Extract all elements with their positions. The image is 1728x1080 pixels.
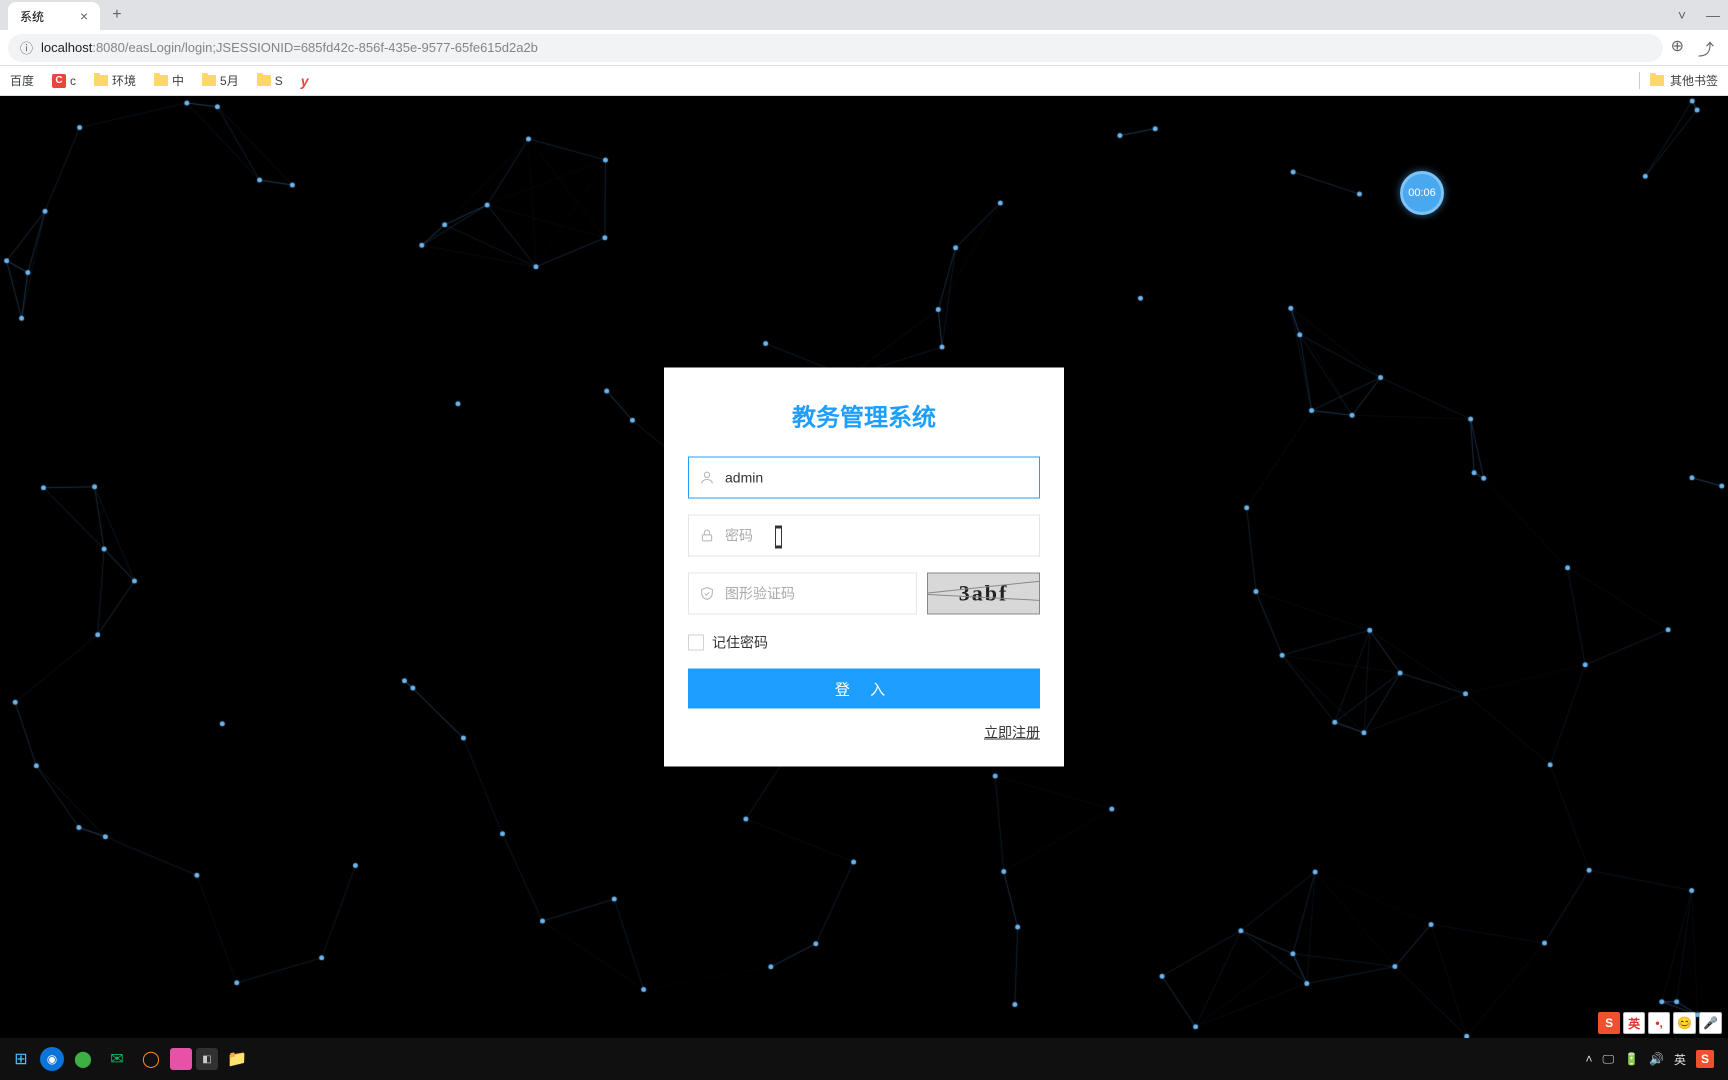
login-button[interactable]: 登 入	[688, 669, 1040, 709]
app-icon-2[interactable]: ⬤	[68, 1044, 98, 1074]
bookmark-baidu[interactable]: 百度	[10, 72, 34, 89]
ime-emoji-icon[interactable]: 😊	[1673, 1012, 1696, 1034]
page-content: 00:06 教务管理系统 3abf	[0, 96, 1728, 1038]
folder-icon	[154, 75, 168, 86]
remember-password[interactable]: 记住密码	[688, 633, 1040, 653]
bookmark-zhong[interactable]: 中	[154, 72, 184, 89]
remember-label: 记住密码	[712, 633, 768, 653]
lock-icon	[699, 528, 715, 544]
shield-icon	[699, 586, 715, 602]
tray-volume-icon[interactable]: 🔊	[1649, 1052, 1664, 1066]
user-icon	[699, 470, 715, 486]
password-input[interactable]	[725, 528, 1029, 544]
app-icon-5[interactable]: ◧	[196, 1048, 218, 1070]
address-bar: ⓘ localhost:8080/easLogin/login;JSESSION…	[0, 30, 1728, 66]
ime-mic-icon[interactable]: 🎤	[1699, 1012, 1722, 1034]
timer-badge: 00:06	[1400, 171, 1444, 215]
login-title: 教务管理系统	[688, 398, 1040, 433]
tray-monitor-icon[interactable]: 🖵	[1603, 1052, 1615, 1067]
folder-icon	[94, 75, 108, 86]
tray-chevron-icon[interactable]: ˄	[1585, 1052, 1592, 1066]
wechat-icon[interactable]: ✉	[102, 1044, 132, 1074]
minimize-icon[interactable]: —	[1706, 7, 1720, 23]
captcha-input[interactable]	[725, 586, 906, 602]
ime-toolbar: S 英 •, 😊 🎤	[1598, 1012, 1722, 1034]
bookmarks-bar: 百度 Cc 环境 中 5月 S y 其他书签	[0, 66, 1728, 96]
bookmark-c[interactable]: Cc	[52, 74, 76, 88]
captcha-row: 3abf	[688, 573, 1040, 615]
url-input[interactable]: ⓘ localhost:8080/easLogin/login;JSESSION…	[8, 34, 1663, 62]
folder-icon	[202, 75, 216, 86]
other-bookmarks[interactable]: 其他书签	[1639, 72, 1718, 89]
ime-lang[interactable]: 英	[1623, 1012, 1645, 1034]
username-field[interactable]	[688, 457, 1040, 499]
url-path: :8080/easLogin/login;JSESSIONID=685fd42c…	[92, 40, 538, 55]
bookmark-y[interactable]: y	[301, 73, 309, 89]
bookmark-s[interactable]: S	[257, 74, 283, 88]
explorer-icon[interactable]: 📁	[222, 1044, 252, 1074]
close-icon[interactable]: ×	[80, 8, 88, 24]
app-icon-4[interactable]	[170, 1048, 192, 1070]
folder-icon	[257, 75, 271, 86]
new-tab-button[interactable]: +	[112, 6, 121, 24]
captcha-field[interactable]	[688, 573, 917, 615]
login-card: 教务管理系统 3abf 记住密码	[664, 368, 1064, 767]
bookmark-5yue[interactable]: 5月	[202, 72, 239, 89]
window-controls: ˅ —	[1678, 7, 1720, 23]
dropdown-icon[interactable]: ˅	[1678, 7, 1686, 23]
tray-s-icon[interactable]: S	[1696, 1050, 1714, 1068]
tab-title: 系统	[20, 8, 44, 25]
c-icon: C	[52, 74, 66, 88]
url-host: localhost	[41, 40, 92, 55]
share-icon[interactable]: ⤴	[1698, 36, 1714, 60]
folder-icon	[1650, 75, 1664, 86]
system-tray: ˄ 🖵 🔋 🔊 英 S	[1585, 1050, 1722, 1068]
bookmark-env[interactable]: 环境	[94, 72, 136, 89]
tray-battery-icon[interactable]: 🔋	[1624, 1052, 1639, 1066]
register-link[interactable]: 立即注册	[984, 723, 1040, 743]
tray-ime-lang[interactable]: 英	[1674, 1051, 1686, 1068]
password-field[interactable]	[688, 515, 1040, 557]
y-icon: y	[301, 73, 309, 89]
browser-tab[interactable]: 系统 ×	[8, 2, 100, 30]
username-input[interactable]	[725, 470, 1029, 486]
checkbox-icon[interactable]	[688, 635, 704, 651]
search-icon[interactable]: ⊕	[1671, 36, 1684, 60]
ime-s-icon[interactable]: S	[1598, 1012, 1620, 1034]
info-icon[interactable]: ⓘ	[20, 38, 33, 57]
taskbar: ⊞ ◉ ⬤ ✉ ◯ ◧ 📁 ˄ 🖵 🔋 🔊 英 S	[0, 1038, 1728, 1080]
captcha-image[interactable]: 3abf	[927, 573, 1040, 615]
tab-strip: 系统 × + ˅ —	[0, 0, 1728, 30]
app-icon-3[interactable]: ◯	[136, 1044, 166, 1074]
app-icon-1[interactable]: ◉	[40, 1047, 64, 1071]
ime-punct[interactable]: •,	[1648, 1012, 1670, 1034]
start-icon[interactable]: ⊞	[6, 1044, 36, 1074]
